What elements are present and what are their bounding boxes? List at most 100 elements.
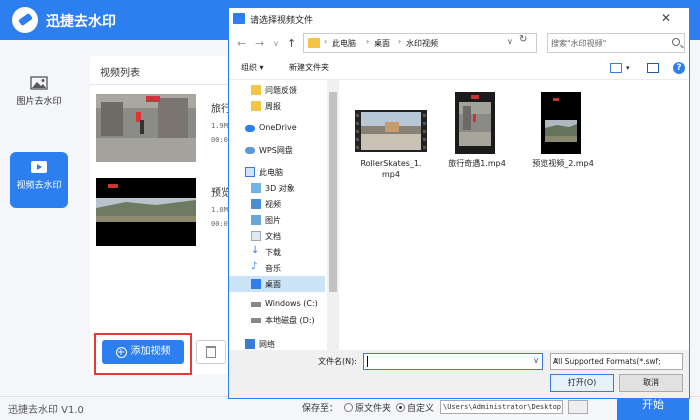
sidebar-item-image-watermark[interactable]: 图片去水印 (10, 68, 68, 124)
nav-item-music[interactable]: ♪ 音乐 (229, 260, 325, 276)
image-icon (30, 76, 48, 90)
nav-item-feedback[interactable]: 问题反馈 (229, 82, 325, 98)
file-type-select[interactable]: All Supported Formats(*.swf; ∨ (550, 353, 683, 370)
breadcrumb-this-pc[interactable]: 此电脑 (332, 38, 356, 49)
filename-input[interactable]: ∨ (363, 353, 543, 370)
nav-item-label: 本地磁盘 (D:) (265, 316, 315, 325)
app-logo (12, 7, 38, 33)
breadcrumb-separator: › (324, 37, 328, 46)
save-path-field[interactable]: \Users\Administrator\Desktop (440, 400, 563, 414)
video-list-title: 视频列表 (100, 68, 140, 79)
open-button[interactable]: 打开(O) (550, 374, 614, 392)
scrollbar-thumb[interactable] (329, 92, 337, 292)
radio-custom-label: 自定义 (407, 404, 435, 414)
nav-item-network[interactable]: 网络 (229, 336, 325, 350)
video-file-thumbnail (541, 92, 581, 154)
browse-button[interactable] (568, 400, 588, 414)
preview-pane-icon[interactable] (647, 63, 659, 73)
video-duration: 00:0 (211, 220, 228, 228)
dialog-title: 请选择视频文件 (250, 16, 314, 26)
video-thumbnail (96, 178, 196, 246)
close-icon[interactable]: ✕ (661, 11, 671, 25)
new-folder-button[interactable]: 新建文件夹 (289, 62, 329, 73)
nav-scrollbar[interactable] (327, 80, 339, 350)
view-mode-icon[interactable] (610, 63, 622, 73)
desktop-icon (251, 279, 261, 289)
document-icon (251, 85, 261, 95)
computer-icon (245, 167, 255, 177)
file-item[interactable]: 旅行奇遇1.mp4 (437, 84, 517, 184)
app-version: 迅捷去水印 V1.0 (8, 405, 84, 416)
nav-item-label: 此电脑 (259, 168, 283, 177)
app-title: 迅捷去水印 (46, 14, 116, 30)
chevron-down-icon[interactable]: ∨ (533, 356, 539, 365)
search-placeholder: 搜索"水印视频" (551, 39, 607, 48)
file-list: RollerSkates_1. mp4 旅行奇遇1.mp4 预览视频_2.mp4 (343, 80, 689, 350)
nav-item-documents[interactable]: 文档 (229, 228, 325, 244)
cancel-button[interactable]: 取消 (619, 374, 683, 392)
nav-item-videos[interactable]: 视频 (229, 196, 325, 212)
drive-icon (251, 318, 261, 323)
dialog-nav-bar: ← → ∨ ↑ › 此电脑 › 桌面 › 水印视频 ∨ ↻ 搜索"水印视频" (229, 30, 689, 58)
address-bar[interactable]: › 此电脑 › 桌面 › 水印视频 ∨ (303, 33, 537, 53)
nav-item-3d-objects[interactable]: 3D 对象 (229, 180, 325, 196)
sidebar-item-label: 视频去水印 (16, 181, 62, 191)
video-size: 1.0M (211, 206, 228, 214)
nav-item-drive-c[interactable]: Windows (C:) (229, 296, 325, 312)
folder-icon (251, 101, 261, 111)
chevron-down-icon[interactable]: ∨ (273, 39, 279, 48)
text-caret (367, 356, 368, 367)
picture-folder-icon (251, 215, 261, 225)
file-item[interactable]: RollerSkates_1. mp4 (351, 84, 431, 184)
file-name: 旅行奇遇1.mp4 (448, 159, 506, 168)
nav-item-label: 周报 (265, 102, 281, 111)
file-item[interactable]: 预览视频_2.mp4 (523, 84, 603, 184)
nav-item-label: Windows (C:) (265, 299, 318, 308)
nav-item-wps[interactable]: WPS网盘 (229, 142, 325, 158)
nav-item-desktop[interactable]: 桌面 (229, 276, 325, 292)
document-folder-icon (251, 231, 261, 241)
radio-original-folder[interactable] (344, 403, 353, 412)
refresh-icon[interactable]: ↻ (519, 34, 527, 45)
delete-button[interactable] (196, 340, 226, 364)
sidebar-item-video-watermark[interactable]: 视频去水印 (10, 152, 68, 208)
cube-icon (251, 183, 261, 193)
help-icon[interactable]: ? (673, 62, 685, 74)
nav-item-drive-d[interactable]: 本地磁盘 (D:) (229, 312, 325, 328)
organize-menu[interactable]: 组织 ▾ (241, 62, 264, 73)
forward-arrow-icon[interactable]: → (255, 37, 264, 50)
folder-icon (308, 38, 320, 48)
dialog-bottom-bar: 文件名(N): ∨ All Supported Formats(*.swf; ∨… (229, 350, 689, 398)
nav-item-weekly[interactable]: 周报 (229, 98, 325, 114)
file-name-ext: mp4 (382, 170, 400, 179)
file-dialog: 请选择视频文件 ✕ ← → ∨ ↑ › 此电脑 › 桌面 › 水印视频 ∨ ↻ … (228, 7, 690, 399)
music-icon: ♪ (251, 261, 258, 272)
breadcrumb-watermark-videos[interactable]: 水印视频 (406, 38, 438, 49)
search-icon (672, 38, 680, 46)
nav-item-onedrive[interactable]: OneDrive (229, 120, 325, 136)
video-duration: 00:0 (211, 136, 228, 144)
download-icon: ↓ (251, 245, 260, 256)
chevron-down-icon[interactable]: ∨ (507, 37, 513, 46)
cloud-icon (245, 147, 255, 154)
breadcrumb-desktop[interactable]: 桌面 (374, 38, 390, 49)
save-location-label: 保存至： (302, 404, 339, 414)
navigation-pane: 问题反馈 周报 OneDrive WPS网盘 此电脑 3D 对象 视频 图片 文… (229, 80, 341, 350)
nav-item-this-pc[interactable]: 此电脑 (229, 164, 325, 180)
add-video-button[interactable]: + 添加视频 (102, 340, 184, 364)
search-input[interactable]: 搜索"水印视频" (547, 33, 685, 53)
file-name: RollerSkates_1. (360, 159, 422, 168)
nav-item-downloads[interactable]: ↓ 下载 (229, 244, 325, 260)
chevron-down-icon[interactable]: ▾ (626, 64, 630, 72)
video-file-thumbnail (455, 92, 495, 154)
nav-item-pictures[interactable]: 图片 (229, 212, 325, 228)
nav-item-label: 图片 (265, 216, 281, 225)
up-arrow-icon[interactable]: ↑ (287, 37, 296, 50)
file-name: 预览视频_2.mp4 (532, 159, 594, 168)
nav-item-label: OneDrive (259, 123, 297, 132)
add-video-label: 添加视频 (130, 346, 171, 357)
radio-custom-folder[interactable] (396, 403, 405, 412)
back-arrow-icon[interactable]: ← (237, 37, 246, 50)
dialog-toolbar: 组织 ▾ 新建文件夹 ▾ ? (229, 58, 689, 80)
sidebar-item-label: 图片去水印 (16, 97, 62, 107)
